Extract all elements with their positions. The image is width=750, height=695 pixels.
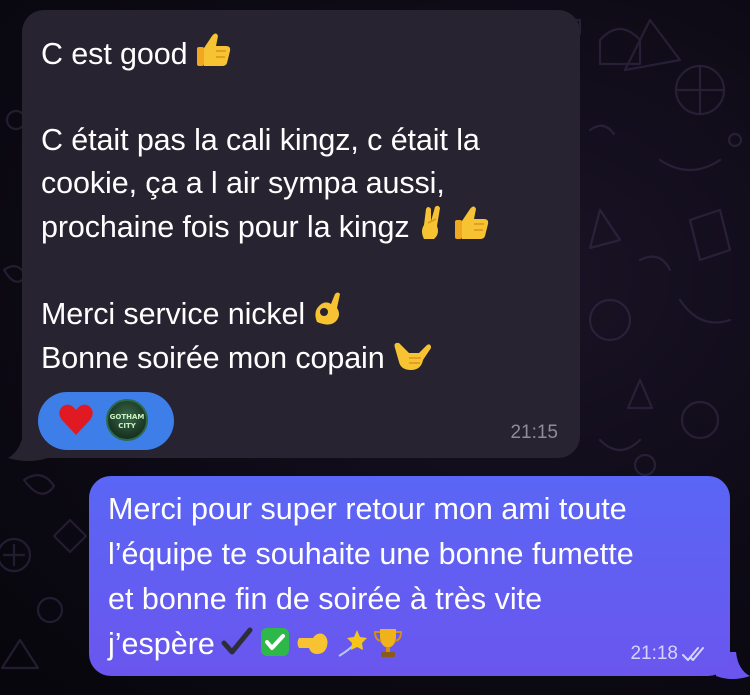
message-line: Merci pour super retour mon ami toute xyxy=(108,492,627,526)
message-line: cookie, ça a l air sympa aussi, xyxy=(41,166,445,200)
message-line: Merci service nickel xyxy=(41,297,306,331)
check-box-icon xyxy=(260,628,289,656)
crossed-fingers-icon xyxy=(421,205,440,239)
message-line: et bonne fin de soirée à très vite xyxy=(108,582,543,616)
avatar-text: CITY xyxy=(118,422,136,430)
message-timestamp: 21:18 xyxy=(630,643,678,664)
message-timestamp: 21:15 xyxy=(510,422,558,443)
trophy-icon xyxy=(373,629,402,657)
thumbs-up-icon xyxy=(454,206,488,239)
heart-icon xyxy=(59,404,93,435)
reactions-pill[interactable]: GOTHAM CITY xyxy=(38,392,174,450)
message-line: C était pas la cali kingz, c était la xyxy=(41,123,480,157)
check-mark-icon xyxy=(221,627,253,655)
message-line: j’espère xyxy=(108,627,215,661)
outgoing-message-text: Merci pour super retour mon ami toute l’… xyxy=(108,487,718,667)
dizzy-star-icon xyxy=(338,630,367,657)
avatar[interactable]: GOTHAM CITY xyxy=(106,399,148,441)
message-meta: 21:18 xyxy=(630,643,708,665)
read-double-check-icon xyxy=(682,647,704,661)
message-line: prochaine fois pour la kingz xyxy=(41,210,410,244)
ok-hand-icon xyxy=(315,292,341,325)
pointing-hand-icon xyxy=(297,633,328,654)
avatar-text: GOTHAM xyxy=(109,413,145,421)
message-line: Bonne soirée mon copain xyxy=(41,341,385,375)
outgoing-message-bubble[interactable]: Merci pour super retour mon ami toute l’… xyxy=(89,476,730,676)
incoming-message-text: C est good C était pas la cali kingz, c … xyxy=(41,32,571,380)
incoming-message-bubble[interactable]: C est good C était pas la cali kingz, c … xyxy=(22,10,580,458)
message-line: l’équipe te souhaite une bonne fumette xyxy=(108,537,634,571)
chat-view: C est good C était pas la cali kingz, c … xyxy=(0,0,750,695)
call-me-hand-icon xyxy=(394,342,431,370)
thumbs-up-icon xyxy=(196,33,230,66)
message-line: C est good xyxy=(41,37,188,71)
